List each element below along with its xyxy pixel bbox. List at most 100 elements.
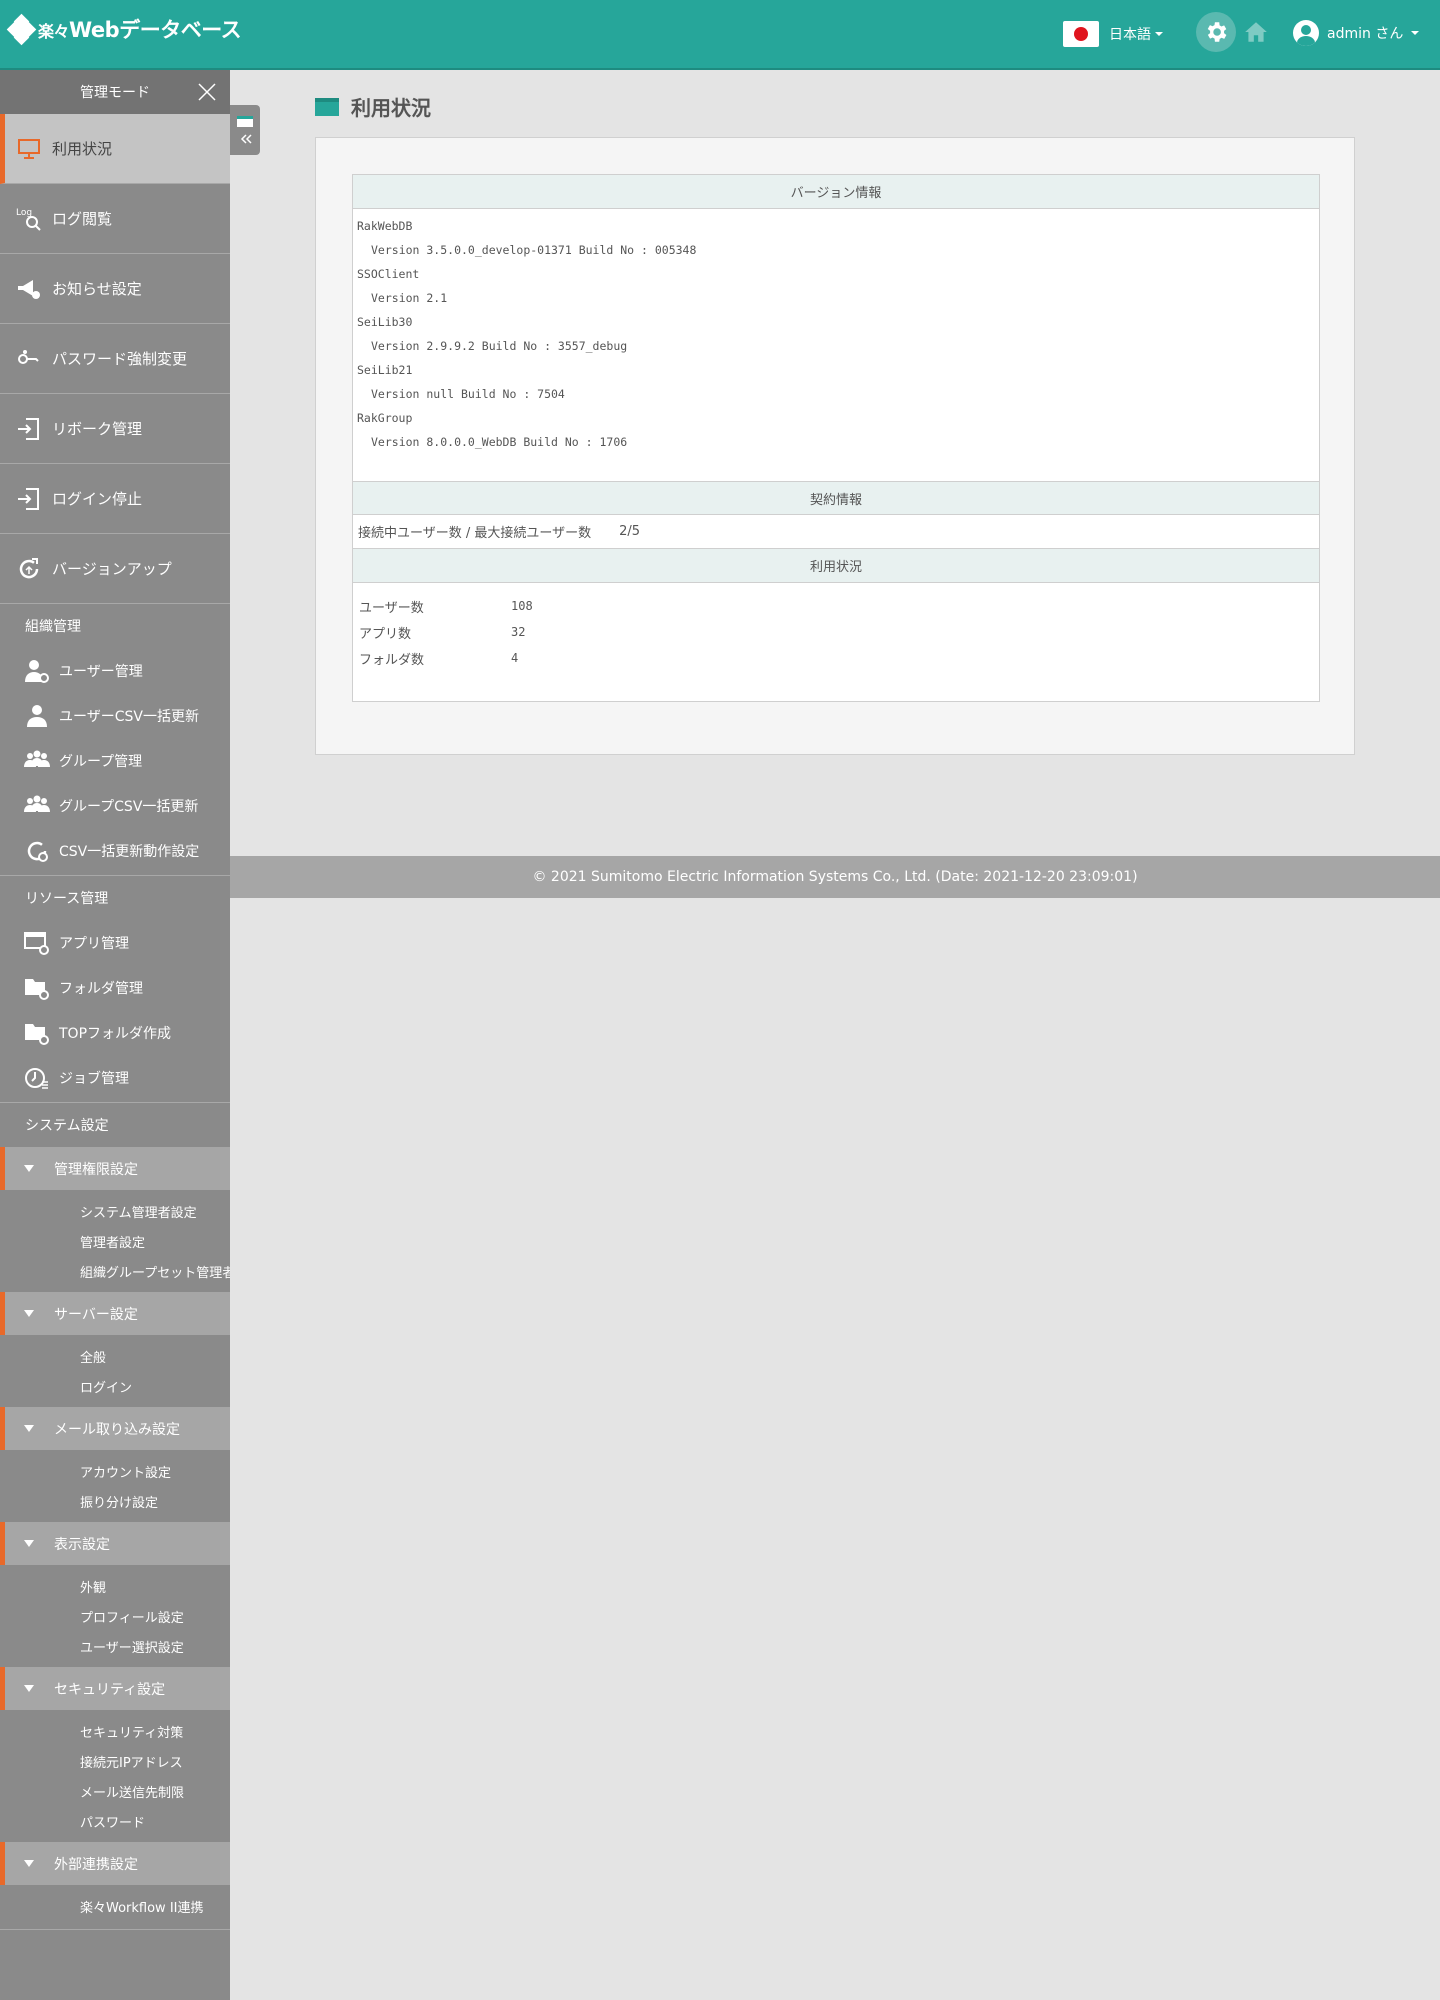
- sidebar-item-label: パスワード強制変更: [52, 350, 188, 368]
- group-label: サーバー設定: [54, 1306, 138, 1323]
- sidebar-leaf-ip-address[interactable]: 接続元IPアドレス: [0, 1746, 230, 1776]
- group-label: メール取り込み設定: [54, 1421, 180, 1438]
- sidebar-item-label: TOPフォルダ作成: [59, 1025, 172, 1042]
- japan-flag-icon: [1063, 21, 1099, 47]
- key-icon: [16, 346, 42, 372]
- chevron-down-icon: [1411, 31, 1420, 35]
- info-card: バージョン情報 RakWebDB Version 3.5.0.0_develop-…: [352, 174, 1320, 702]
- sidebar-item-folder-admin[interactable]: フォルダ管理: [0, 965, 230, 1010]
- sidebar-leaf-mail-restriction[interactable]: メール送信先制限: [0, 1776, 230, 1806]
- sidebar-item-label: リボーク管理: [52, 420, 143, 438]
- user-name: admin さん: [1327, 26, 1404, 42]
- sidebar-item-app-admin[interactable]: アプリ管理: [0, 920, 230, 965]
- sidebar-item-login-stop[interactable]: ログイン停止: [0, 464, 230, 534]
- sidebar-item-password-force[interactable]: パスワード強制変更: [0, 324, 230, 394]
- sidebar-item-top-folder[interactable]: TOPフォルダ作成: [0, 1010, 230, 1055]
- sidebar-leaf-system-admin[interactable]: システム管理者設定: [0, 1196, 230, 1226]
- group-external-integration[interactable]: 外部連携設定: [0, 1842, 230, 1885]
- divider: [0, 1929, 230, 1930]
- sidebar-item-label: ユーザーCSV一括更新: [59, 708, 199, 725]
- group-display-settings[interactable]: 表示設定: [0, 1522, 230, 1565]
- footer-copyright: © 2021 Sumitomo Electric Information Sys…: [532, 869, 1138, 885]
- footer: © 2021 Sumitomo Electric Information Sys…: [230, 856, 1440, 898]
- sidebar-leaf-account[interactable]: アカウント設定: [0, 1456, 230, 1486]
- sidebar-item-job-admin[interactable]: ジョブ管理: [0, 1055, 230, 1100]
- version-detail: Version 3.5.0.0_develop-01371 Build No :…: [371, 243, 697, 257]
- close-icon[interactable]: [198, 83, 216, 101]
- contract-info-header: 契約情報: [353, 481, 1319, 515]
- version-product: RakWebDB: [357, 219, 413, 233]
- sidebar-leaf-password[interactable]: パスワード: [0, 1806, 230, 1836]
- contract-value: 2/5: [619, 524, 641, 539]
- sidebar-item-label: グループ管理: [59, 753, 143, 770]
- version-detail: Version 8.0.0.0_WebDB Build No : 1706: [371, 435, 628, 449]
- sidebar-item-user-csv[interactable]: ユーザーCSV一括更新: [0, 693, 230, 738]
- sidebar-item-label: 利用状況: [52, 140, 113, 158]
- sidebar-leaf-profile[interactable]: プロフィール設定: [0, 1601, 230, 1631]
- version-product: SeiLib21: [357, 363, 413, 377]
- sidebar-item-label: ユーザー管理: [59, 663, 143, 680]
- group-icon: [23, 792, 51, 820]
- sidebar-item-user-admin[interactable]: ユーザー管理: [0, 648, 230, 693]
- sidebar-leaf-workflow[interactable]: 楽々Workflow II連携: [0, 1891, 230, 1921]
- sidebar-leaf-admin[interactable]: 管理者設定: [0, 1226, 230, 1256]
- sidebar-item-label: ログイン停止: [52, 490, 143, 508]
- language-selector[interactable]: 日本語: [1063, 21, 1163, 47]
- megaphone-icon: [16, 276, 42, 302]
- sidebar-leaf-appearance[interactable]: 外観: [0, 1571, 230, 1601]
- sidebar-leaf-security-measures[interactable]: セキュリティ対策: [0, 1716, 230, 1746]
- user-menu[interactable]: admin さん: [1293, 20, 1420, 46]
- usage-value: 4: [511, 651, 519, 665]
- double-chevron-left-icon: [237, 116, 253, 144]
- page-title-text: 利用状況: [351, 96, 431, 120]
- avatar-icon: [1293, 20, 1319, 46]
- group-admin-permissions[interactable]: 管理権限設定: [0, 1147, 230, 1190]
- sidebar-collapse-button[interactable]: [230, 105, 260, 155]
- app-logo[interactable]: 楽々Webデータベース: [6, 13, 242, 46]
- sidebar-item-notice[interactable]: お知らせ設定: [0, 254, 230, 324]
- sidebar-item-label: お知らせ設定: [52, 280, 142, 298]
- logo-diamond-icon: [6, 13, 37, 46]
- caret-down-icon: [24, 1165, 34, 1172]
- revoke-icon: [16, 416, 42, 442]
- home-icon[interactable]: [1243, 19, 1269, 45]
- sidebar-item-group-admin[interactable]: グループ管理: [0, 738, 230, 783]
- caret-down-icon: [24, 1540, 34, 1547]
- contract-label: 接続中ユーザー数 / 最大接続ユーザー数: [358, 526, 592, 541]
- section-org: 組織管理: [25, 619, 81, 635]
- sidebar-item-csv-settings[interactable]: CSV一括更新動作設定: [0, 828, 230, 873]
- usage-label: アプリ数: [359, 626, 412, 642]
- version-product: SSOClient: [357, 267, 420, 281]
- version-product: SeiLib30: [357, 315, 413, 329]
- settings-button[interactable]: [1196, 12, 1236, 52]
- log-search-icon: Log: [16, 206, 42, 232]
- admin-sidebar: 管理モード 利用状況 Log ログ閲覧 お知らせ設定 パスワード強制変更 リボー…: [0, 70, 230, 2000]
- sidebar-item-version-up[interactable]: バージョンアップ: [0, 534, 230, 604]
- window-icon: [315, 97, 339, 116]
- usage-list: ユーザー数 108 アプリ数 32 フォルダ数 4: [353, 583, 1319, 681]
- version-up-icon: [16, 556, 42, 582]
- job-clock-icon: [23, 1064, 51, 1092]
- sidebar-leaf-login[interactable]: ログイン: [0, 1371, 230, 1401]
- version-info-header: バージョン情報: [353, 175, 1319, 209]
- version-product: RakGroup: [357, 411, 413, 425]
- app-header: 楽々Webデータベース 日本語 admin さん: [0, 0, 1440, 70]
- sidebar-item-group-csv[interactable]: グループCSV一括更新: [0, 783, 230, 828]
- group-server-settings[interactable]: サーバー設定: [0, 1292, 230, 1335]
- group-mail-import[interactable]: メール取り込み設定: [0, 1407, 230, 1450]
- sidebar-item-label: CSV一括更新動作設定: [59, 843, 200, 860]
- sidebar-leaf-user-select[interactable]: ユーザー選択設定: [0, 1631, 230, 1661]
- sidebar-leaf-general[interactable]: 全般: [0, 1341, 230, 1371]
- caret-down-icon: [24, 1860, 34, 1867]
- version-detail: Version null Build No : 7504: [371, 387, 565, 401]
- group-label: セキュリティ設定: [54, 1681, 166, 1698]
- sidebar-item-revoke[interactable]: リボーク管理: [0, 394, 230, 464]
- sidebar-item-usage[interactable]: 利用状況: [0, 114, 230, 184]
- app-gear-icon: [23, 929, 51, 957]
- sidebar-leaf-sorting[interactable]: 振り分け設定: [0, 1486, 230, 1516]
- group-security-settings[interactable]: セキュリティ設定: [0, 1667, 230, 1710]
- language-label: 日本語: [1109, 27, 1151, 43]
- usage-value: 32: [511, 625, 526, 639]
- sidebar-leaf-org-group-admin[interactable]: 組織グループセット管理者: [0, 1256, 230, 1286]
- sidebar-item-log[interactable]: Log ログ閲覧: [0, 184, 230, 254]
